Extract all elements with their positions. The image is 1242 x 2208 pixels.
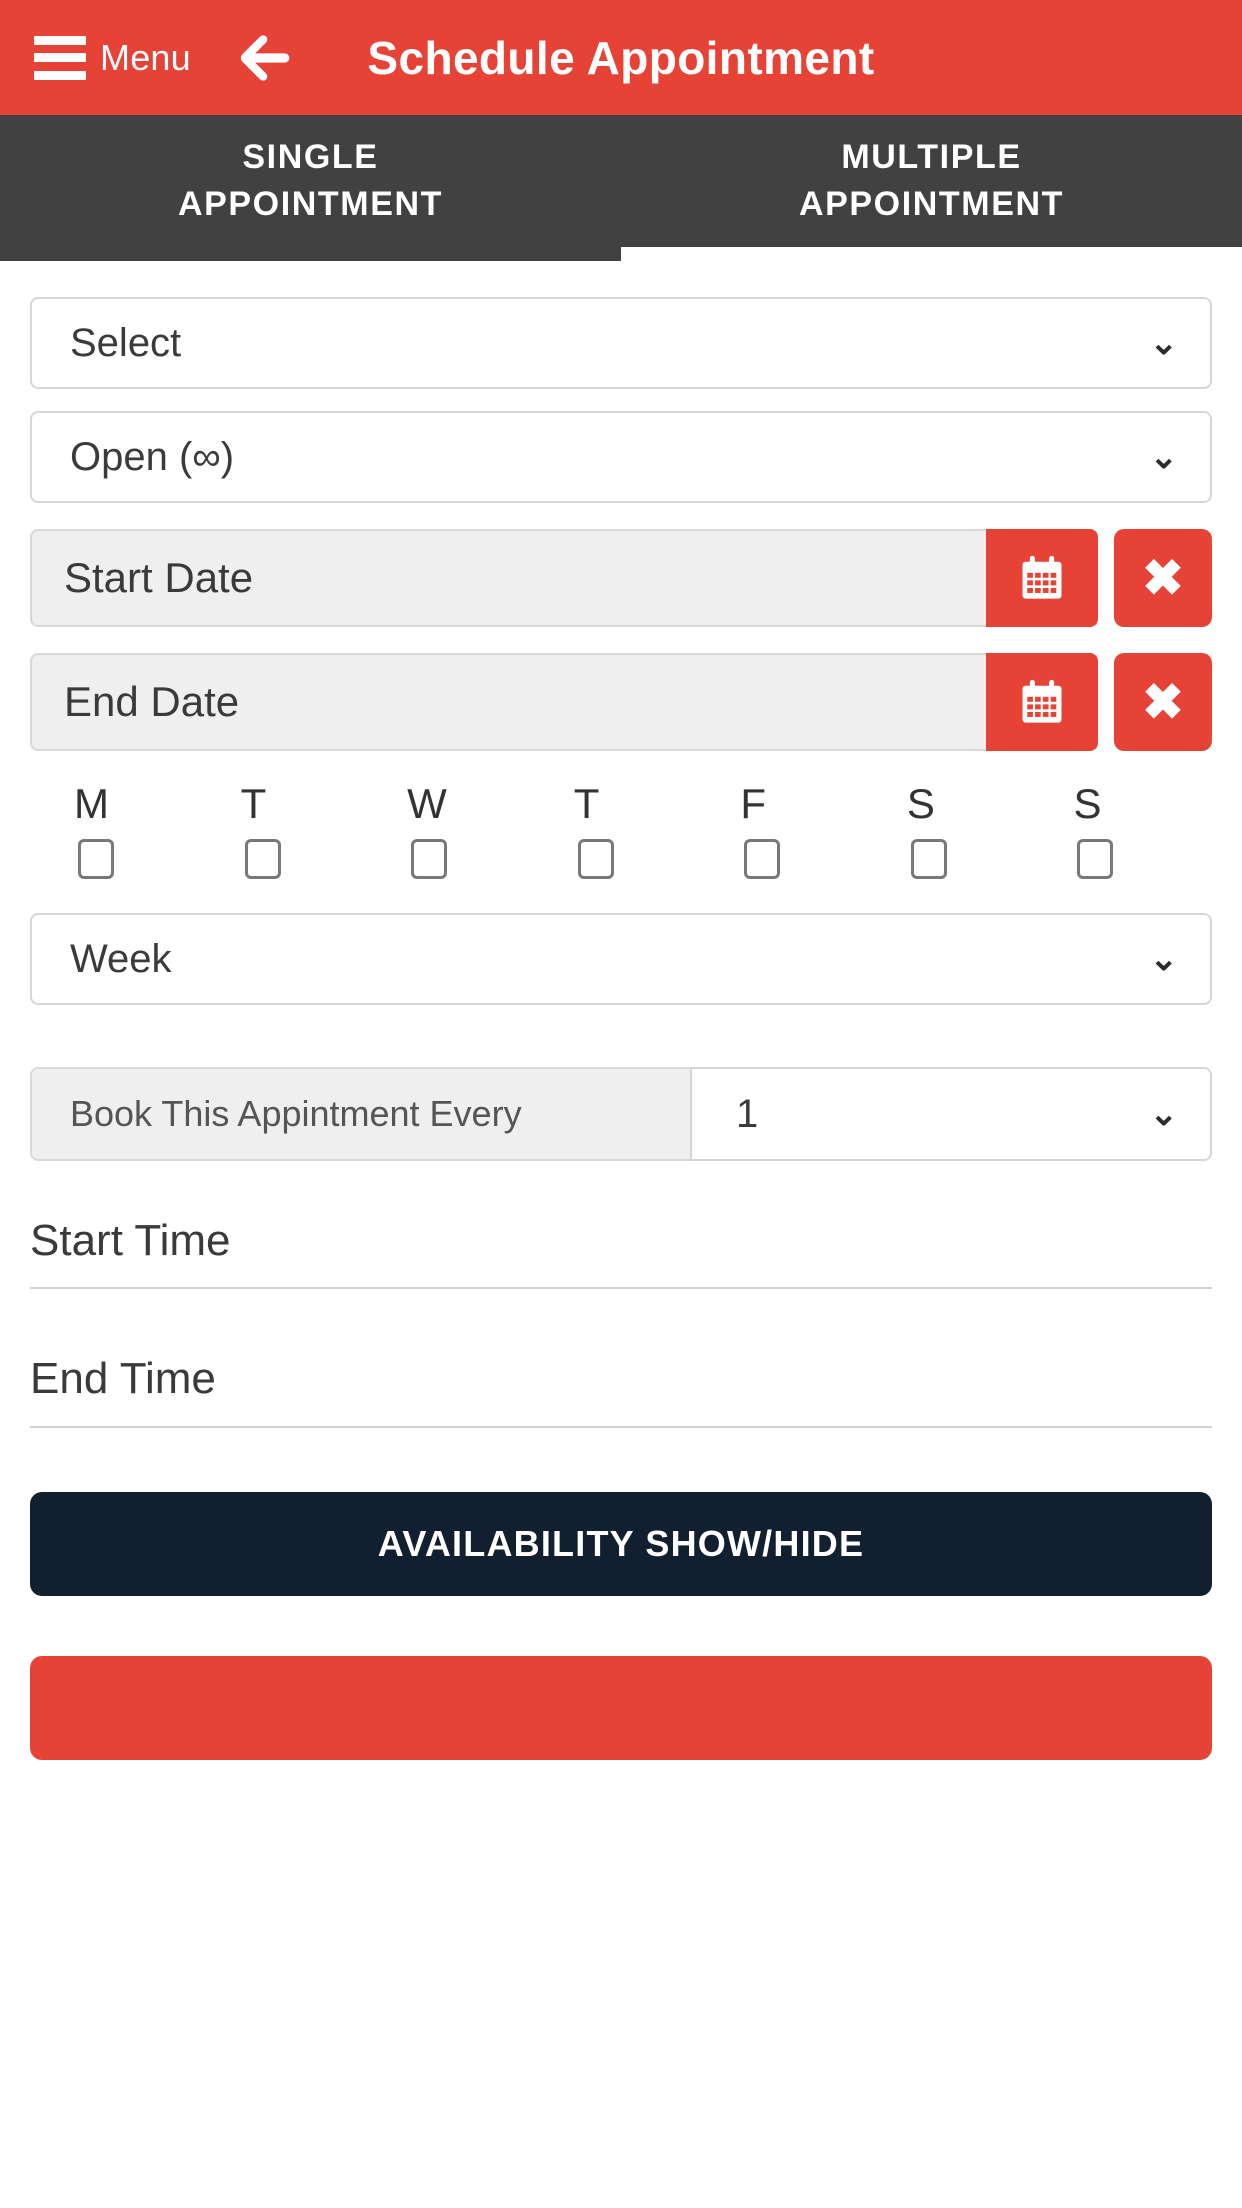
weekday-checkbox-saturday[interactable] (910, 839, 947, 879)
weekday-tuesday: T (205, 783, 372, 879)
tab-multiple-line2: APPOINTMENT (798, 185, 1065, 223)
tab-single-line2: APPOINTMENT (177, 185, 444, 223)
weekday-label: T (240, 780, 267, 827)
chevron-down-icon: ⌄ (1149, 1095, 1179, 1133)
appointment-form: Select ⌄ Open (∞) ⌄ Start Date ✖ End Dat… (0, 247, 1242, 1760)
weekday-wednesday: W (371, 783, 538, 879)
weekday-checkbox-sunday[interactable] (1077, 839, 1114, 879)
calendar-icon (1022, 679, 1062, 723)
repeat-interval-select[interactable]: 1 ⌄ (690, 1067, 1212, 1161)
repeat-interval-value: 1 (736, 1091, 759, 1136)
end-date-input[interactable]: End Date (30, 653, 986, 751)
weekday-label: T (573, 780, 600, 827)
tab-multiple-line1: MULTIPLE (841, 138, 1022, 177)
weekday-friday: F (704, 783, 871, 879)
chevron-down-icon: ⌄ (1149, 324, 1179, 362)
weekday-sunday: S (1037, 783, 1204, 879)
weekday-checkbox-wednesday[interactable] (411, 839, 448, 879)
submit-button[interactable] (30, 1655, 1212, 1760)
weekday-monday: M (38, 783, 205, 879)
menu-label: Menu (100, 36, 191, 78)
weekday-thursday: T (538, 783, 705, 879)
start-date-input[interactable]: Start Date (30, 529, 986, 627)
chevron-down-icon: ⌄ (1149, 438, 1179, 476)
end-time-placeholder: End Time (30, 1354, 216, 1404)
tab-single-appointment[interactable]: SINGLE APPOINTMENT (0, 115, 621, 261)
end-date-row: End Date ✖ (30, 653, 1212, 751)
start-time-placeholder: Start Time (30, 1216, 231, 1265)
menu-button[interactable]: Menu (34, 35, 191, 80)
start-date-calendar-button[interactable] (986, 529, 1098, 627)
weekday-checkbox-friday[interactable] (744, 839, 781, 879)
tab-single-line1: SINGLE (242, 138, 379, 177)
start-date-clear-button[interactable]: ✖ (1114, 529, 1212, 627)
weekday-label: F (740, 780, 766, 827)
arrow-left-icon (240, 34, 290, 81)
end-time-field[interactable]: End Time (30, 1354, 1212, 1428)
weekday-checkbox-tuesday[interactable] (244, 839, 281, 879)
weekday-checkbox-monday[interactable] (78, 839, 114, 879)
chevron-down-icon: ⌄ (1149, 940, 1179, 978)
tab-multiple-appointment[interactable]: MULTIPLE APPOINTMENT (621, 115, 1242, 247)
frequency-select[interactable]: Week ⌄ (30, 913, 1212, 1005)
availability-show-hide-button[interactable]: AVAILABILITY SHOW/HIDE (30, 1491, 1212, 1596)
app-header: Menu Schedule Appointment (0, 0, 1242, 115)
hamburger-icon (34, 35, 86, 80)
weekday-label: S (906, 780, 935, 827)
duration-select[interactable]: Open (∞) ⌄ (30, 411, 1212, 503)
duration-select-value: Open (∞) (70, 434, 235, 479)
weekday-label: M (74, 780, 109, 827)
appointment-type-tabs: SINGLE APPOINTMENT MULTIPLE APPOINTMENT (0, 115, 1242, 261)
weekday-label: S (1073, 780, 1102, 827)
weekday-selector: M T W T F S S (30, 783, 1212, 879)
end-date-clear-button[interactable]: ✖ (1114, 653, 1212, 751)
repeat-interval-group: Book This Appintment Every 1 ⌄ (30, 1067, 1212, 1161)
service-select-value: Select (70, 320, 182, 365)
start-date-row: Start Date ✖ (30, 529, 1212, 627)
back-button[interactable] (233, 27, 295, 89)
calendar-icon (1022, 555, 1062, 599)
repeat-interval-label: Book This Appintment Every (30, 1067, 690, 1161)
weekday-saturday: S (871, 783, 1038, 879)
weekday-label: W (407, 780, 447, 827)
service-select[interactable]: Select ⌄ (30, 297, 1212, 389)
frequency-select-value: Week (70, 936, 172, 981)
end-date-calendar-button[interactable] (986, 653, 1098, 751)
start-time-field[interactable]: Start Time (30, 1216, 1212, 1290)
weekday-checkbox-thursday[interactable] (577, 839, 614, 879)
